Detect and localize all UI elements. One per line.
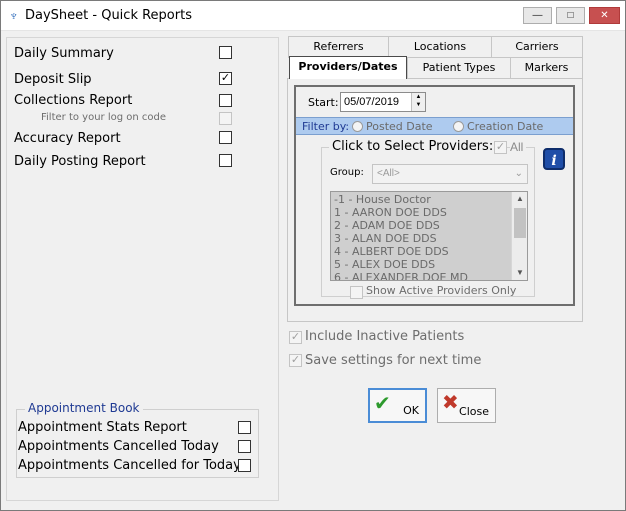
start-label: Start: <box>308 96 339 109</box>
providers-list[interactable]: -1 - House Doctor 1 - AARON DOE DDS 2 - … <box>330 191 528 281</box>
list-item[interactable]: 1 - AARON DOE DDS <box>334 206 447 219</box>
title-bar: ♆ DaySheet - Quick Reports — □ ✕ <box>1 1 625 31</box>
appt-cancelled-for-today-label: Appointments Cancelled for Today <box>18 458 241 473</box>
close-window-button[interactable]: ✕ <box>589 7 620 24</box>
list-item[interactable]: 2 - ADAM DOE DDS <box>334 219 440 232</box>
maximize-button[interactable]: □ <box>556 7 585 24</box>
accuracy-report-label: Accuracy Report <box>14 131 121 146</box>
appointment-book-group: Appointment Book Appointment Stats Repor… <box>16 401 259 478</box>
list-item[interactable]: -1 - House Doctor <box>334 193 431 206</box>
creation-date-label: Creation Date <box>467 120 544 133</box>
filter-by-bar: Filter by: Posted Date Creation Date <box>296 117 573 135</box>
checkmark-icon: ✔ <box>374 391 391 415</box>
appt-stats-checkbox[interactable] <box>238 421 251 434</box>
deposit-slip-label: Deposit Slip <box>14 72 92 87</box>
filter-logon-label: Filter to your log on code <box>41 112 166 123</box>
tab-referrers[interactable]: Referrers <box>288 36 389 58</box>
appointment-book-title: Appointment Book <box>25 401 143 415</box>
ok-button[interactable]: ✔ OK <box>368 388 427 423</box>
tab-providers-dates[interactable]: Providers/Dates <box>289 56 407 79</box>
appt-stats-label: Appointment Stats Report <box>18 420 187 435</box>
save-settings-checkbox[interactable]: ✓ <box>289 354 302 367</box>
group-label: Group: <box>330 167 364 178</box>
save-settings-label: Save settings for next time <box>305 353 482 368</box>
filter-logon-checkbox[interactable] <box>219 112 232 125</box>
click-to-select-label: Click to Select Providers: <box>329 139 497 154</box>
deposit-slip-checkbox[interactable]: ✓ <box>219 72 232 85</box>
providers-dates-inner-panel: Start: 05/07/2019 ▲ ▼ Filter by: Posted D… <box>294 85 575 306</box>
info-icon[interactable]: i <box>543 148 565 170</box>
appt-cancelled-today-checkbox[interactable] <box>238 440 251 453</box>
start-date-value: 05/07/2019 <box>344 96 400 108</box>
daily-summary-checkbox[interactable] <box>219 46 232 59</box>
tooth-icon: ♆ <box>9 8 19 23</box>
close-button-label: Close <box>459 405 489 418</box>
list-item[interactable]: 5 - ALEX DOE DDS <box>334 258 435 271</box>
show-active-providers-checkbox[interactable] <box>350 286 363 299</box>
accuracy-report-checkbox[interactable] <box>219 131 232 144</box>
providers-select-group: Click to Select Providers: ✓ All Group: … <box>321 139 535 299</box>
group-select-value: <All> <box>377 168 400 179</box>
quick-reports-window: ♆ DaySheet - Quick Reports — □ ✕ Daily S… <box>0 0 626 511</box>
show-active-providers-label: Show Active Providers Only <box>366 284 517 297</box>
collections-report-checkbox[interactable] <box>219 94 232 107</box>
reports-panel: Daily Summary Deposit Slip ✓ Collections… <box>6 37 279 501</box>
daily-summary-label: Daily Summary <box>14 46 114 61</box>
date-spinner[interactable]: ▲ ▼ <box>411 93 425 111</box>
chevron-down-icon: ⌄ <box>514 168 523 179</box>
all-providers-checkbox[interactable]: ✓ <box>494 141 507 154</box>
daily-posting-report-label: Daily Posting Report <box>14 154 146 169</box>
tab-markers[interactable]: Markers <box>510 57 583 79</box>
posted-date-label: Posted Date <box>366 120 433 133</box>
include-inactive-label: Include Inactive Patients <box>305 329 465 344</box>
tab-locations[interactable]: Locations <box>388 36 492 58</box>
scroll-down-icon[interactable]: ▼ <box>512 266 527 280</box>
start-date-input[interactable]: 05/07/2019 ▲ ▼ <box>340 92 426 112</box>
daily-posting-report-checkbox[interactable] <box>219 154 232 167</box>
providers-dates-tab-panel: Start: 05/07/2019 ▲ ▼ Filter by: Posted D… <box>287 78 583 322</box>
providers-scrollbar[interactable]: ▲ ▼ <box>511 192 527 280</box>
group-select[interactable]: <All> ⌄ <box>372 164 528 184</box>
scroll-thumb[interactable] <box>514 208 526 238</box>
list-item[interactable]: 6 - ALEXANDER DOE MD <box>334 271 468 280</box>
filter-by-label: Filter by: <box>302 120 350 133</box>
x-icon: ✖ <box>442 390 459 414</box>
collections-report-label: Collections Report <box>14 93 133 108</box>
appt-cancelled-today-label: Appointments Cancelled Today <box>18 439 219 454</box>
tab-carriers[interactable]: Carriers <box>491 36 583 58</box>
ok-button-label: OK <box>403 404 419 417</box>
all-providers-label: All <box>510 140 527 154</box>
posted-date-radio[interactable] <box>352 121 363 132</box>
minimize-button[interactable]: — <box>523 7 552 24</box>
creation-date-radio[interactable] <box>453 121 464 132</box>
scroll-up-icon[interactable]: ▲ <box>512 192 527 206</box>
include-inactive-checkbox[interactable]: ✓ <box>289 331 302 344</box>
list-item[interactable]: 4 - ALBERT DOE DDS <box>334 245 449 258</box>
window-title: DaySheet - Quick Reports <box>25 8 192 23</box>
close-button[interactable]: ✖ Close <box>437 388 496 423</box>
tab-patient-types[interactable]: Patient Types <box>407 57 511 79</box>
list-item[interactable]: 3 - ALAN DOE DDS <box>334 232 437 245</box>
appt-cancelled-for-today-checkbox[interactable] <box>238 459 251 472</box>
